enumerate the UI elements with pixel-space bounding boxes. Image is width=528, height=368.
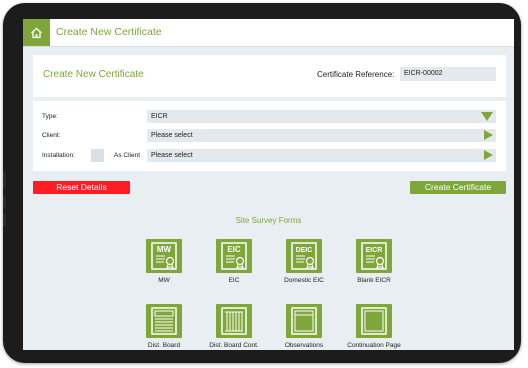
form-tile-domestic-eic[interactable]: DEIC Domestic EIC [269, 239, 339, 284]
certificate-icon: EICR [356, 239, 392, 273]
client-label: Client: [42, 132, 61, 139]
distribution-board-icon [146, 304, 182, 338]
form-tile-blank-eicr[interactable]: EICR Blank EICR [339, 239, 409, 284]
home-icon [31, 27, 42, 38]
certificate-reference-field[interactable]: EICR-00002 [400, 67, 496, 81]
installation-label: Installation: [42, 152, 75, 159]
home-button[interactable] [23, 19, 50, 46]
form-badge-text: MW [157, 245, 172, 254]
form-tile-eic[interactable]: EIC EIC [199, 239, 269, 284]
form-label: MW [158, 277, 170, 284]
certificate-header-card: Create New Certificate Certificate Refer… [33, 55, 506, 97]
as-client-label: As Client [114, 152, 141, 159]
form-label: Blank EICR [357, 277, 391, 284]
certificate-icon: DEIC [286, 239, 322, 273]
distribution-board-icon [216, 304, 252, 338]
form-tile-mw[interactable]: MW MW [129, 239, 199, 284]
app-screen: Create New Certificate Create New Certif… [23, 19, 514, 350]
form-badge-text: DEIC [296, 247, 313, 254]
tablet-frame: Create New Certificate Create New Certif… [3, 3, 521, 363]
form-label: Continuation Page [347, 342, 401, 349]
chevron-right-icon[interactable] [484, 150, 493, 160]
form-label: Domestic EIC [284, 277, 324, 284]
dropdown-arrow-icon[interactable] [481, 112, 493, 121]
side-button [3, 171, 6, 189]
form-tile-observations[interactable]: Observations [269, 304, 339, 349]
reset-details-button[interactable]: Reset Details [33, 181, 130, 194]
chevron-right-icon[interactable] [484, 130, 493, 140]
form-label: Dist. Board Cont. [209, 342, 259, 349]
document-icon [286, 304, 322, 338]
top-bar: Create New Certificate [23, 19, 514, 47]
type-label: Type: [42, 113, 58, 120]
type-select[interactable]: EICR [147, 110, 496, 123]
side-button [3, 195, 6, 209]
side-button [3, 213, 6, 227]
client-select[interactable]: Please select [147, 129, 496, 142]
form-tile-dist-board[interactable]: Dist. Board [129, 304, 199, 349]
form-tile-continuation-page[interactable]: Continuation Page [339, 304, 409, 349]
document-icon [356, 304, 392, 338]
form-label: Dist. Board [147, 342, 181, 349]
page-title: Create New Certificate [56, 26, 162, 38]
as-client-checkbox[interactable] [91, 149, 104, 162]
installation-select[interactable]: Please select [147, 149, 496, 162]
create-certificate-button[interactable]: Create Certificate [410, 181, 506, 194]
form-badge-text: EIC [227, 245, 241, 254]
certificate-reference-label: Certificate Reference: [317, 70, 395, 79]
form-badge-text: EICR [366, 247, 383, 254]
form-tile-dist-board-cont[interactable]: Dist. Board Cont. [199, 304, 269, 349]
form-label: Observations [284, 342, 324, 349]
details-card: Type: EICR Client: Please select Install… [33, 101, 506, 171]
form-label: EIC [228, 277, 240, 284]
certificate-icon: EIC [216, 239, 252, 273]
certificate-icon: MW [146, 239, 182, 273]
certificate-heading: Create New Certificate [43, 69, 144, 80]
site-survey-forms-title: Site Survey Forms [235, 216, 302, 225]
